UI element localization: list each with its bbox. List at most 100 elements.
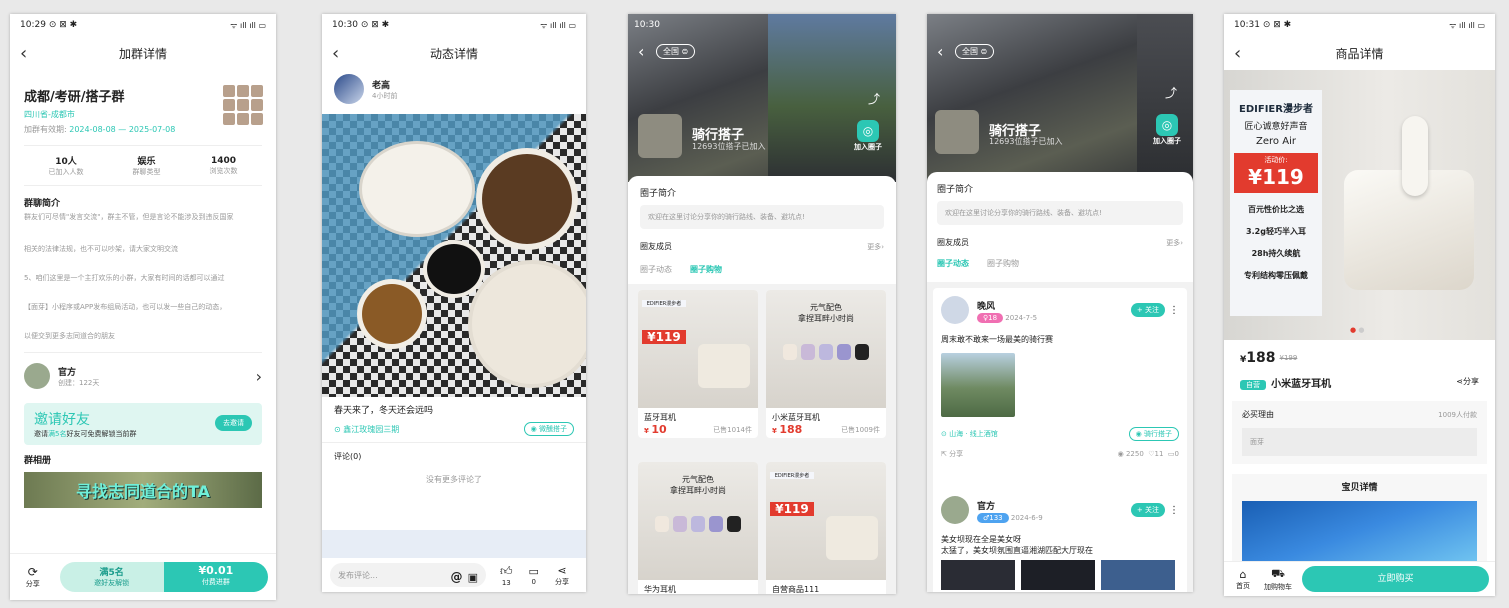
- post-card[interactable]: 晚风 ♀18 2024-7-5 + 关注 ⋮ 周末敢不敢来一场最美的骑行赛 ⊙ …: [933, 288, 1187, 496]
- owner-row[interactable]: 官方 创建：122天 ›: [24, 353, 262, 399]
- like-button[interactable]: 👍︎ 13: [500, 564, 513, 587]
- post-photo: [322, 114, 586, 397]
- tab-circle-posts[interactable]: 圈子动态: [937, 258, 969, 269]
- status-bar: 10:30 ⊙ ⊠ ✱ ᯤ ıll ıll ▭: [322, 14, 586, 36]
- product-card[interactable]: EDIFIER漫步者 ¥119 自营商品111: [766, 462, 886, 594]
- region-selector[interactable]: 全国 ⊜: [955, 44, 995, 59]
- intro-text: 欢迎在这里讨论分享你的骑行路线、装备、避坑点!: [640, 205, 884, 229]
- share-button[interactable]: ⋖分享: [555, 564, 569, 587]
- join-circle-button[interactable]: ◎ 加入圈子: [854, 120, 882, 152]
- invite-button[interactable]: 去邀请: [215, 415, 252, 431]
- thumbs-up-icon: 👍︎: [500, 563, 513, 578]
- group-detail-screen: 10:29 ⊙ ⊠ ✱ ᯤ ıll ıll ▭ ‹ 加群详情 成都/考研/搭子群…: [10, 14, 276, 600]
- circle-tag[interactable]: ◉ 骑行搭子: [1128, 427, 1179, 441]
- back-icon[interactable]: ‹: [638, 42, 644, 61]
- share-button[interactable]: ⇱ 分享: [941, 449, 963, 459]
- no-more-comments: 没有更多评论了: [426, 475, 482, 484]
- follow-button[interactable]: + 关注: [1130, 503, 1165, 517]
- more-link[interactable]: 更多›: [867, 242, 884, 252]
- tab-circle-posts[interactable]: 圈子动态: [640, 264, 672, 275]
- circle-tag[interactable]: ◉ 微醺搭子: [523, 422, 574, 436]
- intro-line: 以便交到更多志同道合的朋友: [24, 332, 115, 340]
- product-gallery[interactable]: EDIFIER漫步者 匠心诚意好声音 Zero Air 活动价: ¥119 百元…: [1224, 70, 1495, 340]
- nav-bar: ‹ 商品详情: [1224, 36, 1495, 70]
- promo-price: ¥119: [770, 502, 814, 516]
- intro-title: 群聊简介: [24, 199, 61, 209]
- circle-avatar: [935, 110, 979, 154]
- comment-button[interactable]: ▭0: [529, 565, 539, 586]
- original-price: ¥199: [1279, 354, 1298, 362]
- location-label[interactable]: ⊙ 山海 · 线上酒馆: [941, 429, 998, 439]
- product-price: ¥ 10: [644, 423, 667, 436]
- join-circle-button[interactable]: ◎ 加入圈子: [1153, 114, 1181, 146]
- like-button[interactable]: ♡11: [1148, 450, 1163, 458]
- product-headline: 元气配色 拿捏耳畔小时尚: [798, 303, 854, 323]
- comment-input[interactable]: 发布评论...: [338, 570, 378, 581]
- post-image: [1101, 560, 1175, 590]
- buy-now-button[interactable]: 立即购买: [1302, 566, 1489, 592]
- bottom-bar: ⟳ 分享 满5名 邀好友解锁 ¥0.01 付费进群: [10, 553, 276, 600]
- back-icon[interactable]: ‹: [1234, 43, 1241, 64]
- tab-circle-shop[interactable]: 圈子购物: [987, 258, 1019, 269]
- product-sold: 已售1009件: [841, 425, 880, 434]
- add-to-cart-button[interactable]: ⛟ 加购物车: [1264, 567, 1292, 592]
- intro-title: 圈子简介: [640, 189, 677, 199]
- pay-join-button[interactable]: ¥0.01 付费进群: [163, 562, 268, 592]
- join-icon: ◎: [1156, 114, 1178, 136]
- intro-title: 圈子简介: [937, 185, 974, 195]
- share-button[interactable]: ⋖分享: [1456, 376, 1479, 387]
- home-button[interactable]: ⌂ 首页: [1230, 568, 1256, 591]
- album-title: 群相册: [24, 456, 52, 466]
- post-card[interactable]: 官方 ♂133 2024-6-9 + 关注 ⋮ 美女坝现在全是美女呀 太猛了，美…: [933, 488, 1187, 592]
- views-count: ◉ 2250: [1117, 450, 1144, 458]
- product-image: [638, 516, 758, 532]
- product-slogan: 匠心诚意好声音: [1244, 122, 1308, 132]
- album-banner-text: 寻找志同道合的TA: [75, 482, 211, 501]
- product-model: Zero Air: [1256, 136, 1296, 147]
- product-card[interactable]: 元气配色 拿捏耳畔小时尚 小米蓝牙耳机 ¥ 188 已售1009件: [766, 290, 886, 438]
- product-brand: EDIFIER漫步者: [770, 472, 814, 479]
- back-icon[interactable]: ‹: [20, 43, 27, 64]
- join-icon: ◎: [857, 120, 879, 142]
- circle-member-count: 12693位搭子已加入: [989, 137, 1063, 146]
- product-card[interactable]: EDIFIER漫步者 ¥119 蓝牙耳机 ¥ 10 已售1014件: [638, 290, 758, 438]
- post-text: 美女坝现在全是美女呀 太猛了，美女坝氛围直逼湘湖匹配大厅现在: [941, 535, 1093, 555]
- at-icon[interactable]: @: [451, 570, 463, 584]
- post-caption: 春天来了，冬天还会远吗: [334, 406, 434, 416]
- home-icon: ⌂: [1239, 567, 1247, 581]
- more-options-icon[interactable]: ⋮: [1169, 305, 1179, 316]
- comment-button[interactable]: ▭0: [1168, 450, 1179, 458]
- post-date: 2024-6-9: [1010, 513, 1043, 522]
- clock: 10:31: [1234, 20, 1260, 30]
- intro-line: 群友们可尽情"发言交流"，群主不管，但是言论不能涉及到违反国家: [24, 213, 234, 221]
- product-image: [766, 344, 886, 360]
- follow-button[interactable]: + 关注: [1130, 303, 1165, 317]
- unlock-button[interactable]: 满5名 邀好友解锁: [59, 562, 164, 592]
- feature-item: 3.2g轻巧半入耳: [1246, 227, 1306, 236]
- nav-bar: ‹ 加群详情: [10, 36, 276, 70]
- avatar: [941, 496, 969, 524]
- author-row[interactable]: 老高 4小时前: [322, 70, 586, 108]
- more-link[interactable]: 更多›: [1166, 238, 1183, 248]
- share-button[interactable]: ⟳ 分享: [18, 565, 48, 589]
- tab-circle-shop[interactable]: 圈子购物: [690, 264, 722, 275]
- image-icon[interactable]: ▣: [468, 571, 478, 584]
- intro-line: 【面芽】小程序或APP发布组局活动，也可以发一些自己的动态，: [24, 303, 227, 311]
- post-author: 官方: [977, 501, 996, 512]
- product-card[interactable]: 元气配色 拿捏耳畔小时尚 华为耳机: [638, 462, 758, 594]
- product-image: [698, 344, 750, 388]
- owner-name: 官方: [58, 367, 77, 378]
- more-options-icon[interactable]: ⋮: [1169, 505, 1179, 516]
- cart-icon: ⛟: [1271, 566, 1285, 580]
- post-detail-screen: 10:30 ⊙ ⊠ ✱ ᯤ ıll ıll ▭ ‹ 动态详情 老高 4小时前 春天…: [322, 14, 586, 592]
- region-selector[interactable]: 全国 ⊜: [656, 44, 696, 59]
- earbud-image: [1402, 116, 1428, 196]
- share-icon[interactable]: ⤴: [1165, 84, 1177, 101]
- location-label[interactable]: ⊙ 鑫江玫瑰园三期: [334, 424, 399, 435]
- back-icon[interactable]: ‹: [937, 42, 943, 61]
- stat-views: 1400 浏览次数: [209, 155, 238, 175]
- intro-text: 欢迎在这里讨论分享你的骑行路线、装备、避坑点!: [937, 201, 1183, 225]
- validity-label: 加群有效期:: [24, 125, 67, 134]
- back-icon[interactable]: ‹: [332, 43, 339, 64]
- share-icon[interactable]: ⤴: [868, 90, 880, 107]
